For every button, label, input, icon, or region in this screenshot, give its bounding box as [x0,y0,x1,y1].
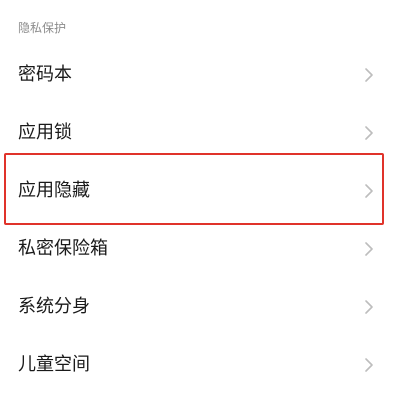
chevron-right-icon [364,125,374,141]
list-item-app-lock[interactable]: 应用锁 [0,104,400,162]
section-header-privacy: 隐私保护 [18,21,67,35]
list-item-app-hide[interactable]: 应用隐藏 [0,162,400,220]
list-item-label: 儿童空间 [18,354,90,375]
chevron-right-icon [364,357,374,373]
settings-list: 密码本 应用锁 应用隐藏 私密保险箱 系统分身 儿童空间 [0,46,400,394]
list-item-label: 系统分身 [18,296,90,317]
list-item-kids-space[interactable]: 儿童空间 [0,336,400,394]
list-item-system-clone[interactable]: 系统分身 [0,278,400,336]
list-item-password-book[interactable]: 密码本 [0,46,400,104]
list-item-private-safe[interactable]: 私密保险箱 [0,220,400,278]
chevron-right-icon [364,299,374,315]
list-item-label: 应用锁 [18,122,72,143]
chevron-right-icon [364,241,374,257]
list-item-label: 应用隐藏 [18,180,90,201]
chevron-right-icon [364,183,374,199]
chevron-right-icon [364,67,374,83]
list-item-label: 私密保险箱 [18,238,108,259]
list-item-label: 密码本 [18,64,72,85]
